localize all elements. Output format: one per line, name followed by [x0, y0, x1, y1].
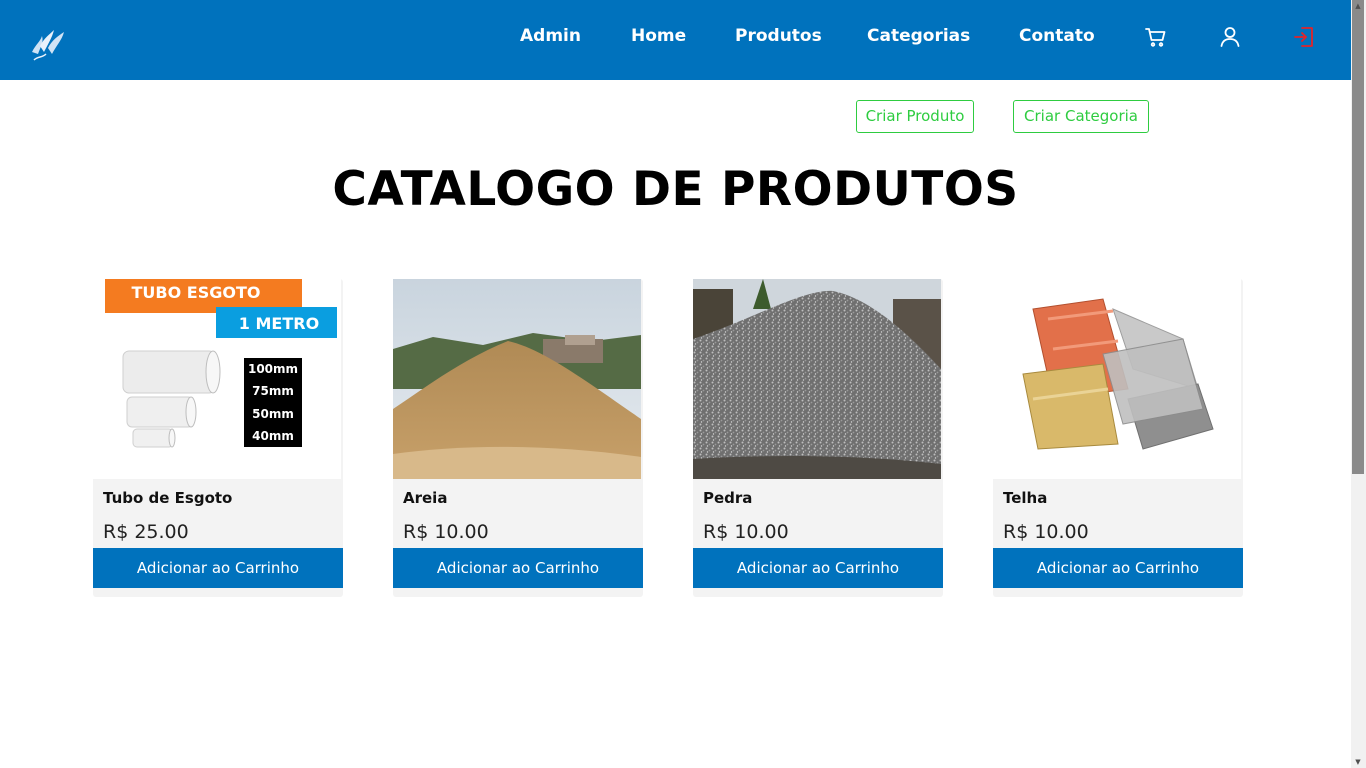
- product-name: Telha: [1003, 489, 1048, 507]
- cart-icon[interactable]: [1144, 25, 1168, 49]
- size-label: 75mm: [252, 384, 294, 398]
- nav-admin[interactable]: Admin: [520, 26, 581, 46]
- image-banner-text: TUBO ESGOTO: [132, 283, 261, 302]
- product-name: Areia: [403, 489, 448, 507]
- product-image-telha[interactable]: [993, 279, 1241, 479]
- page-title: CATALOGO DE PRODUTOS: [332, 162, 1019, 217]
- add-to-cart-button[interactable]: Adicionar ao Carrinho: [393, 548, 643, 588]
- product-price: R$ 10.00: [1003, 521, 1089, 543]
- top-navbar: Admin Home Produtos Categorias Contato: [0, 0, 1351, 80]
- scroll-up-arrow-icon[interactable]: ▲: [1354, 2, 1362, 10]
- add-to-cart-button[interactable]: Adicionar ao Carrinho: [993, 548, 1243, 588]
- nav-contato[interactable]: Contato: [1019, 26, 1095, 46]
- create-category-button[interactable]: Criar Categoria: [1013, 100, 1149, 133]
- brand-logo[interactable]: [28, 22, 70, 64]
- add-to-cart-button[interactable]: Adicionar ao Carrinho: [93, 548, 343, 588]
- nav-home[interactable]: Home: [631, 26, 686, 46]
- product-price: R$ 10.00: [703, 521, 789, 543]
- product-card-pedra: Pedra R$ 10.00 Adicionar ao Carrinho: [693, 279, 943, 597]
- product-image-pedra[interactable]: [693, 279, 941, 479]
- product-price: R$ 10.00: [403, 521, 489, 543]
- size-label: 40mm: [252, 429, 294, 443]
- size-label: 100mm: [248, 362, 298, 376]
- user-icon[interactable]: [1218, 25, 1242, 49]
- product-name: Tubo de Esgoto: [103, 489, 233, 507]
- nav-categorias[interactable]: Categorias: [867, 26, 970, 46]
- product-card-areia: Areia R$ 10.00 Adicionar ao Carrinho: [393, 279, 643, 597]
- create-product-button[interactable]: Criar Produto: [856, 100, 974, 133]
- nav-produtos[interactable]: Produtos: [735, 26, 822, 46]
- product-price: R$ 25.00: [103, 521, 189, 543]
- size-label: 50mm: [252, 407, 294, 421]
- scrollbar-thumb[interactable]: [1352, 0, 1364, 474]
- product-card-tubo-esgoto: TUBO ESGOTO 1 METRO 100mm 75mm 50mm 40mm…: [93, 279, 343, 597]
- product-card-telha: Telha R$ 10.00 Adicionar ao Carrinho: [993, 279, 1243, 597]
- image-subbanner-text: 1 METRO: [239, 314, 319, 333]
- logout-icon[interactable]: [1292, 25, 1316, 49]
- product-image-areia[interactable]: [393, 279, 641, 479]
- add-to-cart-button[interactable]: Adicionar ao Carrinho: [693, 548, 943, 588]
- scroll-down-arrow-icon[interactable]: ▼: [1354, 758, 1362, 766]
- product-image-tubo-esgoto[interactable]: TUBO ESGOTO 1 METRO 100mm 75mm 50mm 40mm: [93, 279, 341, 479]
- product-name: Pedra: [703, 489, 753, 507]
